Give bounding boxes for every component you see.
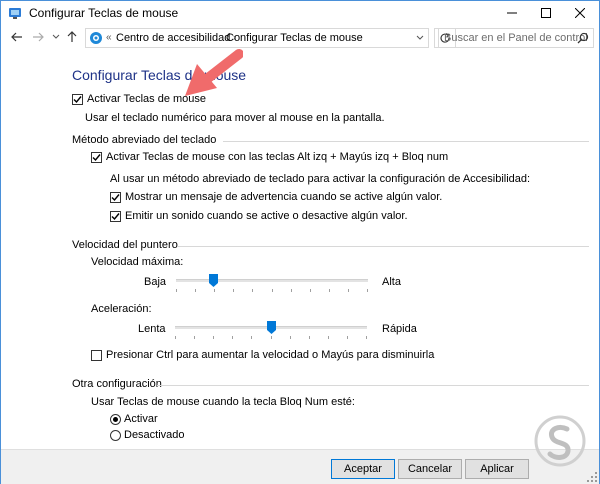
breadcrumb-accessibility-center[interactable]: Centro de accesibilidad — [116, 32, 230, 44]
slider-tick — [175, 336, 176, 339]
radio-activate[interactable] — [110, 414, 121, 425]
button-bar: Aceptar Cancelar Aplicar — [1, 449, 599, 484]
watermark-logo-icon — [534, 415, 586, 467]
recent-locations-button[interactable] — [48, 29, 64, 45]
slider-tick — [232, 336, 233, 339]
slider-tick — [310, 289, 311, 292]
maximize-icon — [541, 8, 551, 18]
sound-checkbox[interactable] — [110, 211, 121, 222]
radio-dot — [113, 417, 118, 422]
title-bar: Configurar Teclas de mouse — [1, 1, 599, 25]
close-icon — [575, 8, 585, 18]
checkmark-icon — [92, 154, 101, 162]
app-icon — [9, 8, 21, 19]
control-panel-icon — [90, 32, 102, 44]
back-arrow-icon — [11, 32, 22, 42]
shortcut-section-title: Método abreviado del teclado — [72, 134, 217, 146]
slider-tick — [367, 289, 368, 292]
max-speed-high-label: Alta — [382, 276, 401, 288]
ctrl-speed-label[interactable]: Presionar Ctrl para aumentar la velocida… — [106, 349, 434, 361]
address-bar[interactable]: « Centro de accesibilidad › Configurar T… — [85, 28, 429, 48]
resize-grip-icon[interactable] — [587, 472, 597, 482]
slider-tick — [309, 336, 310, 339]
content-pane: Configurar Teclas de mouse Activar Tecla… — [1, 51, 599, 447]
maximize-button[interactable] — [529, 1, 563, 25]
slider-tick — [348, 289, 349, 292]
slider-tick — [194, 336, 195, 339]
other-section-title: Otra configuración — [72, 378, 162, 390]
search-box[interactable]: Buscar en el Panel de control — [438, 28, 594, 48]
ok-button[interactable]: Aceptar — [331, 459, 395, 479]
window-title: Configurar Teclas de mouse — [29, 6, 179, 20]
warning-message-checkbox[interactable] — [110, 192, 121, 203]
up-button[interactable] — [64, 29, 80, 45]
checkmark-icon — [111, 194, 120, 202]
recent-dropdown-icon — [52, 34, 60, 39]
max-speed-low-label: Baja — [144, 276, 167, 288]
navigation-bar: « Centro de accesibilidad › Configurar T… — [1, 25, 599, 51]
slider-tick — [213, 336, 214, 339]
slider-tick — [290, 336, 291, 339]
slider-tick — [251, 336, 252, 339]
checkmark-icon — [73, 96, 82, 104]
slider-tick — [329, 289, 330, 292]
search-icon[interactable] — [577, 32, 589, 44]
section-divider — [157, 385, 589, 386]
slider-tick — [176, 289, 177, 292]
max-speed-slider[interactable] — [176, 273, 368, 297]
radio-deactivated-label[interactable]: Desactivado — [124, 429, 185, 441]
acceleration-label: Aceleración: — [91, 303, 152, 315]
section-divider — [223, 141, 589, 142]
slider-tick — [195, 289, 196, 292]
acceleration-high-label: Rápida — [382, 323, 417, 335]
forward-arrow-icon — [33, 32, 44, 42]
sound-label[interactable]: Emitir un sonido cuando se active o desa… — [125, 210, 408, 222]
radio-deactivated[interactable] — [110, 430, 121, 441]
forward-button[interactable] — [30, 29, 46, 45]
slider-tick — [271, 336, 272, 339]
shortcut-enable-checkbox[interactable] — [91, 152, 102, 163]
slider-thumb[interactable] — [209, 274, 218, 287]
shortcut-info: Al usar un método abreviado de teclado p… — [110, 173, 531, 185]
pointer-speed-section-title: Velocidad del puntero — [72, 239, 178, 251]
shortcut-enable-label[interactable]: Activar Teclas de mouse con las teclas A… — [106, 151, 448, 163]
bloq-num-label: Usar Teclas de mouse cuando la tecla Blo… — [91, 396, 355, 408]
warning-message-label[interactable]: Mostrar un mensaje de advertencia cuando… — [125, 191, 442, 203]
annotation-arrow-icon — [185, 49, 243, 96]
cancel-button[interactable]: Cancelar — [398, 459, 462, 479]
max-speed-label: Velocidad máxima: — [91, 256, 184, 268]
acceleration-slider[interactable] — [175, 320, 367, 344]
slider-thumb[interactable] — [267, 321, 276, 334]
address-dropdown-icon[interactable] — [415, 32, 425, 44]
address-overflow[interactable]: « — [106, 32, 112, 43]
slider-tick — [233, 289, 234, 292]
breadcrumb-mouse-keys[interactable]: Configurar Teclas de mouse — [226, 32, 363, 44]
slider-track — [176, 279, 368, 282]
slider-tick — [366, 336, 367, 339]
section-divider — [177, 246, 589, 247]
up-arrow-icon — [67, 31, 77, 42]
close-button[interactable] — [563, 1, 597, 25]
apply-button[interactable]: Aplicar — [465, 459, 529, 479]
window: Configurar Teclas de mouse « Centro de a… — [0, 0, 600, 484]
ctrl-speed-checkbox[interactable] — [91, 350, 102, 361]
slider-tick — [328, 336, 329, 339]
radio-activate-label[interactable]: Activar — [124, 413, 158, 425]
slider-tick — [347, 336, 348, 339]
slider-tick — [291, 289, 292, 292]
activate-description: Usar el teclado numérico para mover al m… — [85, 112, 385, 124]
slider-tick — [214, 289, 215, 292]
back-button[interactable] — [9, 29, 25, 45]
slider-tick — [272, 289, 273, 292]
search-placeholder: Buscar en el Panel de control — [444, 32, 588, 44]
minimize-icon — [507, 12, 517, 14]
slider-tick — [252, 289, 253, 292]
minimize-button[interactable] — [495, 1, 529, 25]
checkmark-icon — [111, 213, 120, 221]
activate-mouse-keys-checkbox[interactable] — [72, 94, 83, 105]
acceleration-low-label: Lenta — [138, 323, 166, 335]
